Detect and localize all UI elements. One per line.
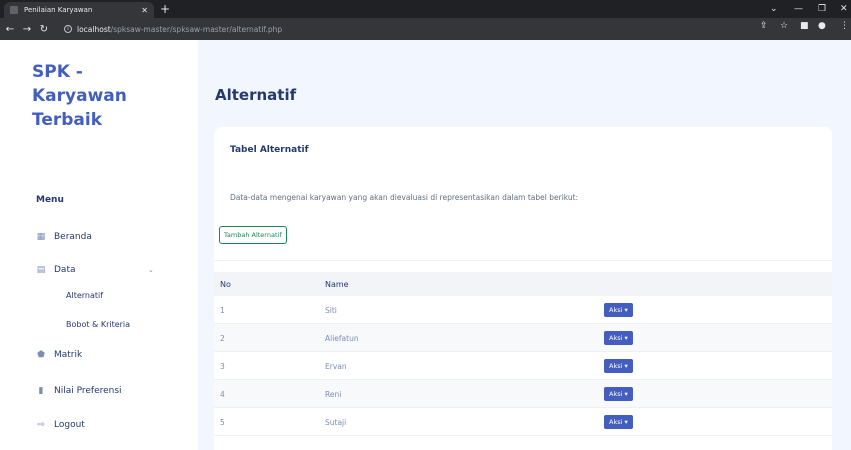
aksi-dropdown-button[interactable]: Aksi ▾ [604, 303, 633, 317]
tab-title: Penilaian Karyawan [24, 6, 93, 14]
close-tab-icon[interactable]: ✕ [141, 6, 148, 15]
table-header: No Name [214, 272, 832, 296]
minimize-icon[interactable]: — [794, 0, 803, 18]
header-name: Name [325, 280, 349, 289]
cell-no: 5 [220, 418, 225, 427]
aksi-dropdown-button[interactable]: Aksi ▾ [604, 387, 633, 401]
cell-name: Ervan [325, 362, 347, 371]
sidebar-subitem-alternatif[interactable]: Alternatif [66, 291, 103, 300]
sidepanel-icon[interactable]: ■ [800, 21, 809, 31]
card-description: Data-data mengenai karyawan yang akan di… [230, 193, 579, 202]
cell-name: Sutaji [325, 418, 347, 427]
sidebar-item-nilai-preferensi[interactable]: ▮ Nilai Preferensi [36, 386, 122, 396]
bookmark-star-icon[interactable]: ☆ [780, 21, 788, 31]
page-title: Alternatif [215, 86, 297, 104]
browser-tab[interactable]: Penilaian Karyawan ✕ [4, 2, 154, 18]
pentagon-icon: ⬟ [37, 350, 45, 360]
sidebar-item-label: Logout [54, 420, 85, 430]
logout-icon: ⇨ [37, 420, 45, 430]
alternatif-card: Tabel Alternatif Data-data mengenai kary… [214, 127, 832, 450]
address-bar: ← → ↻ i localhost /spksaw-master/spksaw-… [0, 18, 851, 40]
profile-icon[interactable]: ● [818, 21, 826, 31]
url-path: /spksaw-master/spksaw-master/alternatif.… [110, 24, 283, 34]
brand-logo[interactable]: SPK - Karyawan Terbaik [32, 60, 182, 132]
info-icon[interactable]: i [64, 25, 72, 33]
sidebar-item-beranda[interactable]: ▦ Beranda [36, 232, 92, 242]
file-icon: ▤ [36, 265, 46, 275]
aksi-dropdown-button[interactable]: Aksi ▾ [604, 359, 633, 373]
table-row: 2 Aliefatun Aksi ▾ [214, 324, 832, 352]
cell-name: Siti [325, 306, 337, 315]
cell-no: 1 [220, 306, 225, 315]
sidebar-item-matrik[interactable]: ⬟ Matrik [36, 350, 82, 360]
sidebar-item-label: Data [54, 265, 76, 275]
add-alternatif-button[interactable]: Tambah Alternatif [219, 226, 287, 244]
aksi-dropdown-button[interactable]: Aksi ▾ [604, 415, 633, 429]
new-tab-icon[interactable]: + [160, 1, 170, 17]
sidebar-item-data[interactable]: ▤ Data [36, 265, 76, 275]
browser-menu-icon[interactable]: ⋮ [840, 21, 849, 31]
cell-no: 3 [220, 362, 225, 371]
divider [214, 260, 832, 261]
sidebar-item-label: Nilai Preferensi [54, 386, 122, 396]
table-row: 5 Sutaji Aksi ▾ [214, 408, 832, 436]
bar-chart-icon: ▮ [38, 386, 44, 396]
chevron-down-icon[interactable]: ⌄ [770, 0, 778, 18]
header-no: No [220, 280, 231, 289]
favicon-icon [10, 6, 18, 14]
sidebar-subitem-bobot-kriteria[interactable]: Bobot & Kriteria [66, 320, 130, 329]
cell-name: Aliefatun [325, 334, 359, 343]
reload-icon[interactable]: ↻ [37, 24, 51, 35]
url-host: localhost [77, 24, 111, 34]
share-icon[interactable]: ⇪ [760, 21, 768, 31]
aksi-dropdown-button[interactable]: Aksi ▾ [604, 331, 633, 345]
table-row: 1 Siti Aksi ▾ [214, 296, 832, 324]
forward-icon[interactable]: → [20, 24, 34, 35]
table-row: 4 Reni Aksi ▾ [214, 380, 832, 408]
menu-title: Menu [36, 195, 64, 205]
cell-name: Reni [325, 390, 342, 399]
sidebar: SPK - Karyawan Terbaik Menu ▦ Beranda ▤ … [0, 40, 198, 450]
cell-no: 2 [220, 334, 225, 343]
cell-no: 4 [220, 390, 225, 399]
sidebar-item-logout[interactable]: ⇨ Logout [36, 420, 85, 430]
chevron-down-icon[interactable]: ⌄ [148, 266, 154, 274]
browser-tab-bar: Penilaian Karyawan ✕ + ⌄ — ❐ ✕ [0, 0, 851, 18]
url-field[interactable]: i localhost /spksaw-master/spksaw-master… [64, 21, 744, 37]
table-row: 3 Ervan Aksi ▾ [214, 352, 832, 380]
close-window-icon[interactable]: ✕ [840, 0, 848, 18]
sidebar-item-label: Beranda [54, 232, 92, 242]
grid-icon: ▦ [36, 232, 46, 242]
back-icon[interactable]: ← [3, 24, 17, 35]
card-title: Tabel Alternatif [230, 145, 309, 155]
sidebar-item-label: Matrik [54, 350, 83, 360]
restore-icon[interactable]: ❐ [818, 0, 826, 18]
